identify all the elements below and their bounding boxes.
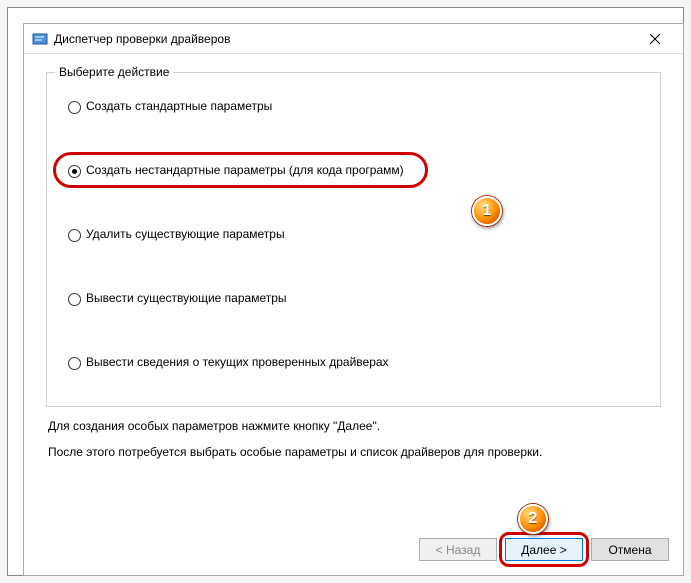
action-groupbox: Выберите действие Создать стандартные па…	[46, 72, 661, 407]
dialog-window: Диспетчер проверки драйверов Выберите де…	[23, 23, 684, 576]
radio-input[interactable]	[68, 229, 81, 242]
radio-label: Вывести сведения о текущих проверенных д…	[86, 355, 389, 369]
description-line-1: Для создания особых параметров нажмите к…	[48, 419, 659, 433]
app-icon	[32, 31, 48, 47]
radio-label: Создать стандартные параметры	[86, 99, 272, 113]
button-bar: < Назад Далее > Отмена	[24, 528, 683, 575]
radio-create-custom[interactable]: Создать нестандартные параметры (для код…	[63, 162, 644, 178]
back-button: < Назад	[419, 538, 497, 561]
next-button-highlight-wrap: Далее >	[505, 538, 583, 561]
radio-show-existing[interactable]: Вывести существующие параметры	[63, 290, 644, 306]
radio-input[interactable]	[68, 165, 81, 178]
titlebar: Диспетчер проверки драйверов	[24, 24, 683, 54]
next-button[interactable]: Далее >	[505, 538, 583, 561]
radio-input[interactable]	[68, 293, 81, 306]
radio-create-standard[interactable]: Создать стандартные параметры	[63, 98, 644, 114]
cancel-button[interactable]: Отмена	[591, 538, 669, 561]
radio-delete-existing[interactable]: Удалить существующие параметры	[63, 226, 644, 242]
radio-label: Создать нестандартные параметры (для код…	[86, 163, 404, 177]
radio-input[interactable]	[68, 101, 81, 114]
screenshot-frame: Диспетчер проверки драйверов Выберите де…	[7, 7, 684, 576]
close-button[interactable]	[635, 25, 675, 53]
radio-label: Вывести существующие параметры	[86, 291, 287, 305]
radio-label: Удалить существующие параметры	[86, 227, 285, 241]
radio-show-verified[interactable]: Вывести сведения о текущих проверенных д…	[63, 354, 644, 370]
groupbox-legend: Выберите действие	[55, 65, 173, 79]
description-area: Для создания особых параметров нажмите к…	[46, 407, 661, 459]
description-line-2: После этого потребуется выбрать особые п…	[48, 445, 659, 459]
content-area: Выберите действие Создать стандартные па…	[24, 54, 683, 528]
window-title: Диспетчер проверки драйверов	[54, 32, 635, 46]
radio-input[interactable]	[68, 357, 81, 370]
